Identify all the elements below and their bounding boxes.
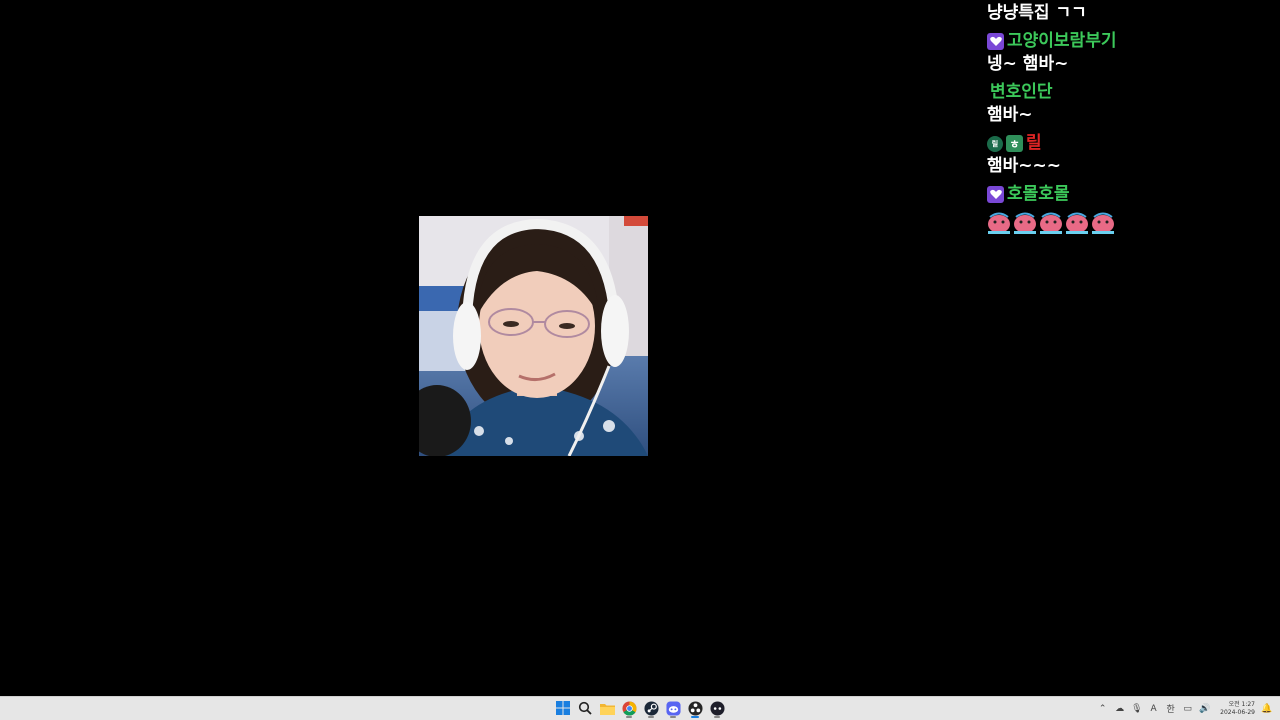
windows-start-icon[interactable] bbox=[554, 699, 572, 717]
pink-creature-emote bbox=[1092, 212, 1114, 234]
app-icon[interactable] bbox=[708, 699, 726, 718]
obs-icon[interactable] bbox=[686, 699, 704, 718]
system-tray: ⌃ ☁ 🎙 A 한 ▭ 🔊 오전 1:27 2024-06-29 🔔 bbox=[1097, 697, 1272, 720]
steam-icon[interactable] bbox=[642, 699, 660, 718]
chat-emotes bbox=[987, 206, 1267, 234]
font-icon[interactable]: A bbox=[1148, 704, 1159, 714]
chat-message: 냥냥특집 ㄱㄱ bbox=[987, 2, 1267, 25]
chat-message-text: 넹~ 햄바~ bbox=[987, 54, 1069, 74]
discord-icon[interactable] bbox=[664, 699, 682, 718]
chat-message-text: 햄바~~~ bbox=[987, 156, 1062, 176]
heart-badge-icon bbox=[987, 186, 1004, 203]
clock-time: 오전 1:27 bbox=[1228, 700, 1255, 708]
mic-icon[interactable]: 🎙 bbox=[1131, 704, 1142, 714]
chat-user-line: 호몰호몰 bbox=[987, 183, 1267, 206]
chat-user-line: 릴 ㅎ 릴 bbox=[987, 132, 1267, 155]
chrome-icon[interactable] bbox=[620, 699, 638, 718]
pink-creature-emote bbox=[988, 212, 1010, 234]
cloud-icon[interactable]: ☁ bbox=[1114, 704, 1125, 714]
chat-overlay: 냥냥특집 ㄱㄱ 고양이보람부기 넹~ 햄바~ 변호인단 햄바~ 릴 ㅎ 릴 햄바… bbox=[987, 2, 1267, 239]
pink-creature-emote bbox=[1014, 212, 1036, 234]
chat-message: 릴 ㅎ 릴 햄바~~~ bbox=[987, 132, 1267, 178]
chat-user-line: 변호인단 bbox=[987, 81, 1267, 104]
stream-screen: 냥냥특집 ㄱㄱ 고양이보람부기 넹~ 햄바~ 변호인단 햄바~ 릴 ㅎ 릴 햄바… bbox=[0, 0, 1280, 720]
pink-creature-emote bbox=[1040, 212, 1062, 234]
webcam-feed bbox=[419, 216, 648, 456]
file-explorer-icon[interactable] bbox=[598, 699, 616, 717]
circle-badge-icon: 릴 bbox=[987, 135, 1003, 152]
heart-badge-icon bbox=[987, 33, 1004, 50]
chat-message: 고양이보람부기 넹~ 햄바~ bbox=[987, 30, 1267, 76]
pink-creature-emote bbox=[1066, 212, 1088, 234]
chat-message: 호몰호몰 bbox=[987, 183, 1267, 234]
taskbar-apps bbox=[554, 699, 726, 718]
chat-message-text: 냥냥특집 ㄱㄱ bbox=[987, 3, 1087, 23]
clock[interactable]: 오전 1:27 2024-06-29 bbox=[1220, 701, 1255, 717]
search-icon[interactable] bbox=[576, 699, 594, 717]
language-icon[interactable]: 한 bbox=[1165, 702, 1176, 715]
chat-message-text: 햄바~ bbox=[987, 105, 1033, 125]
chat-username: 고양이보람부기 bbox=[1007, 31, 1117, 51]
display-icon[interactable]: ▭ bbox=[1182, 704, 1193, 714]
chat-username: 릴 bbox=[1026, 133, 1042, 153]
chat-message: 변호인단 햄바~ bbox=[987, 81, 1267, 127]
chat-username: 변호인단 bbox=[990, 82, 1053, 102]
notification-icon[interactable]: 🔔 bbox=[1261, 704, 1272, 714]
clock-date: 2024-06-29 bbox=[1220, 708, 1255, 716]
chat-username: 호몰호몰 bbox=[1007, 184, 1070, 204]
taskbar: ⌃ ☁ 🎙 A 한 ▭ 🔊 오전 1:27 2024-06-29 🔔 bbox=[0, 696, 1280, 720]
green-badge-icon: ㅎ bbox=[1006, 135, 1023, 152]
speaker-icon[interactable]: 🔊 bbox=[1199, 704, 1210, 714]
chevron-up-icon[interactable]: ⌃ bbox=[1097, 704, 1108, 714]
webcam-person-image bbox=[419, 216, 648, 456]
chat-user-line: 고양이보람부기 bbox=[987, 30, 1267, 53]
